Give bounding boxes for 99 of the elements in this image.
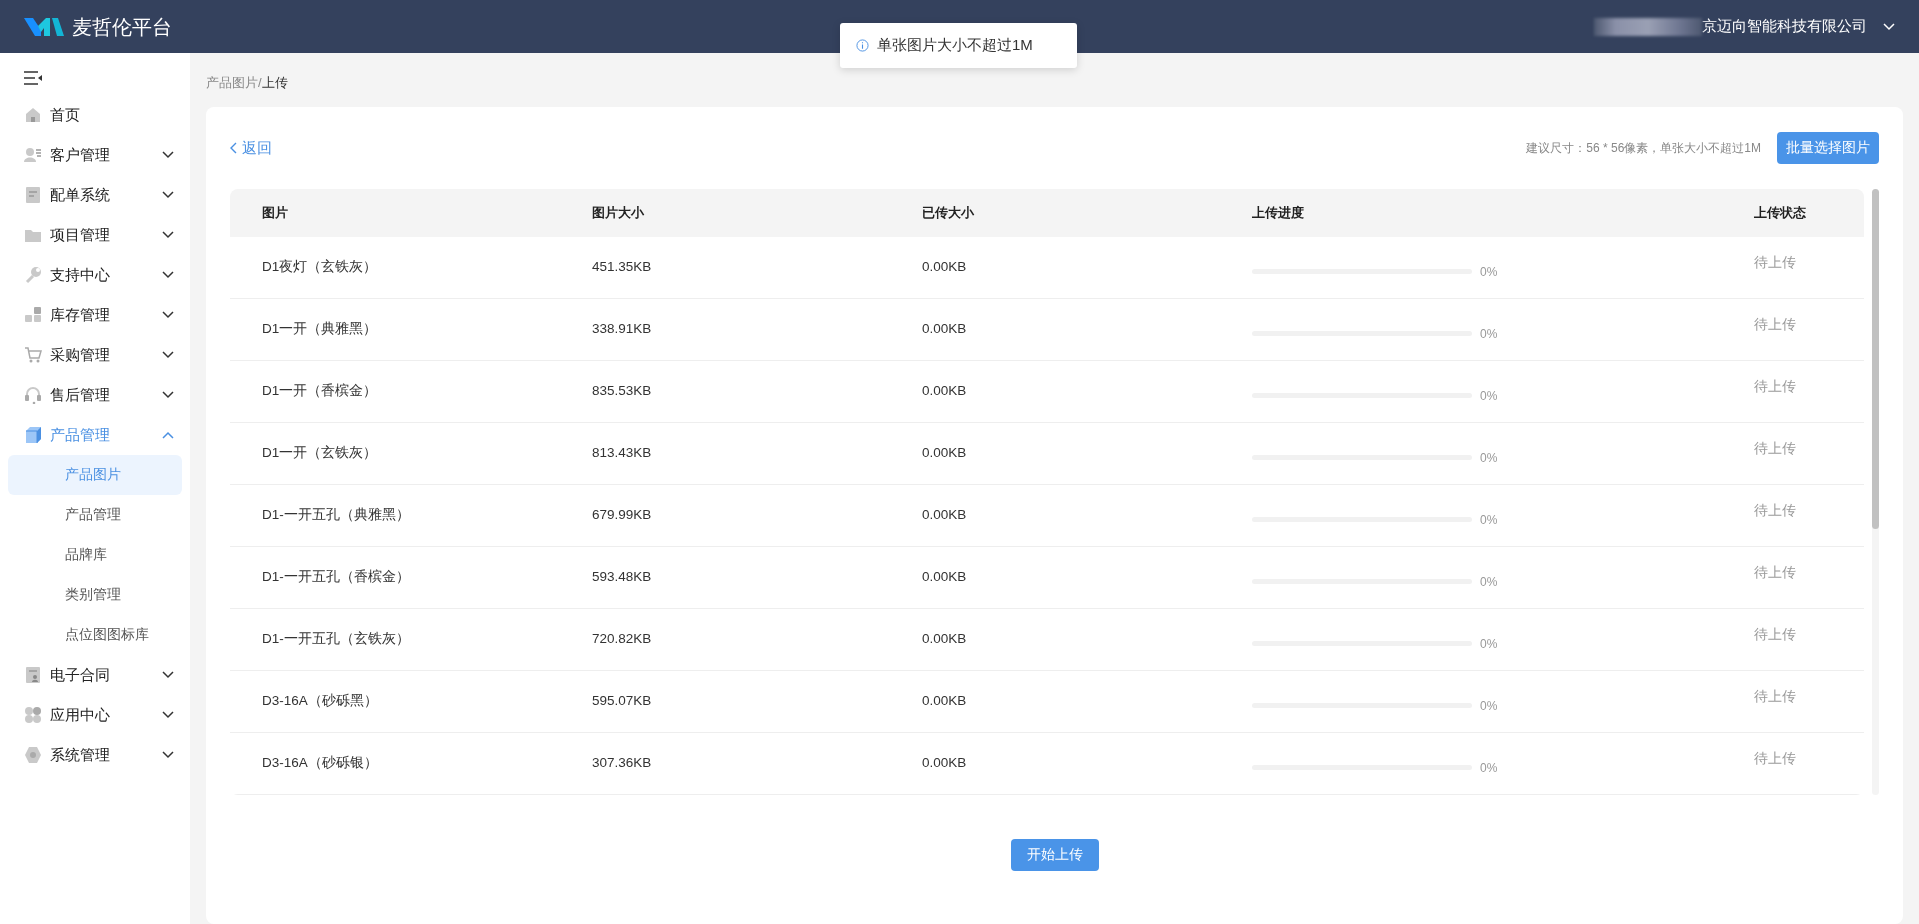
scrollbar[interactable] <box>1872 189 1879 795</box>
chevron-down-icon <box>162 311 174 319</box>
chevron-down-icon <box>162 751 174 759</box>
size-hint: 建议尺寸：56 * 56像素，单张大小不超过1M <box>1526 140 1761 157</box>
menu-item[interactable]: 支持中心 <box>0 255 190 295</box>
chevron-down-icon <box>162 711 174 719</box>
file-size: 451.35KB <box>592 259 652 275</box>
chevron-down-icon <box>162 671 174 679</box>
menu-item[interactable]: 客户管理 <box>0 135 190 175</box>
upload-status: 待上传 <box>1754 441 1796 457</box>
upload-status: 待上传 <box>1754 317 1796 333</box>
toast-text: 单张图片大小不超过1M <box>877 35 1033 56</box>
apps-icon <box>24 706 42 724</box>
chevron-left-icon <box>230 142 238 154</box>
uploaded-size: 0.00KB <box>922 259 967 275</box>
menu-item[interactable]: 系统管理 <box>0 735 190 775</box>
menu-item[interactable]: 电子合同 <box>0 655 190 695</box>
progress-percent: 0% <box>1480 573 1498 591</box>
uploaded-size: 0.00KB <box>922 383 967 399</box>
chevron-down-icon <box>162 191 174 199</box>
cart-icon <box>24 346 42 364</box>
image-name: D1夜灯（玄铁灰） <box>262 259 378 275</box>
menu-item[interactable]: 应用中心 <box>0 695 190 735</box>
account-name[interactable]: 京迈向智能科技有限公司 <box>1702 15 1867 38</box>
logo-icon <box>24 15 64 38</box>
user-card-icon <box>24 146 42 164</box>
file-size: 720.82KB <box>592 631 652 647</box>
upload-status: 待上传 <box>1754 503 1796 519</box>
chevron-down-icon <box>162 351 174 359</box>
file-size: 835.53KB <box>592 383 652 399</box>
column-header: 已传大小 <box>922 205 974 221</box>
file-size: 338.91KB <box>592 321 652 337</box>
chevron-down-icon <box>162 391 174 399</box>
image-name: D1-一开五孔（玄铁灰） <box>262 631 410 647</box>
menu-item[interactable]: 采购管理 <box>0 335 190 375</box>
progress-percent: 0% <box>1480 263 1498 281</box>
progress-percent: 0% <box>1480 697 1498 715</box>
image-name: D1-一开五孔（典雅黑） <box>262 507 410 523</box>
column-header: 图片大小 <box>592 205 644 221</box>
menu-item[interactable]: 库存管理 <box>0 295 190 335</box>
info-icon <box>856 39 869 52</box>
chevron-up-icon <box>162 431 174 439</box>
upload-status: 待上传 <box>1754 255 1796 271</box>
uploaded-size: 0.00KB <box>922 631 967 647</box>
file-size: 813.43KB <box>592 445 652 461</box>
chevron-down-icon <box>162 231 174 239</box>
image-name: D1-一开五孔（香槟金） <box>262 569 410 585</box>
column-header: 图片 <box>262 205 288 221</box>
chevron-down-icon[interactable] <box>1883 22 1895 31</box>
menu-item[interactable]: 配单系统 <box>0 175 190 215</box>
upload-status: 待上传 <box>1754 689 1796 705</box>
upload-status: 待上传 <box>1754 379 1796 395</box>
menu-item[interactable]: 售后管理 <box>0 375 190 415</box>
submenu-item[interactable]: 品牌库 <box>8 535 182 575</box>
wrench-icon <box>24 266 42 284</box>
column-header: 上传进度 <box>1252 205 1304 221</box>
progress-percent: 0% <box>1480 635 1498 653</box>
cube-icon <box>24 426 42 444</box>
submenu-item[interactable]: 产品管理 <box>8 495 182 535</box>
progress-percent: 0% <box>1480 511 1498 529</box>
home-icon <box>24 106 42 124</box>
menu-item[interactable]: 首页 <box>0 95 190 135</box>
headset-icon <box>24 386 42 404</box>
upload-status: 待上传 <box>1754 565 1796 581</box>
uploaded-size: 0.00KB <box>922 693 967 709</box>
progress-percent: 0% <box>1480 325 1498 343</box>
image-name: D3-16A（砂砾黑） <box>262 693 378 709</box>
progress-percent: 0% <box>1480 387 1498 405</box>
submenu-item[interactable]: 点位图图标库 <box>8 615 182 655</box>
image-name: D1一开（典雅黑） <box>262 321 378 337</box>
app-title: 麦哲伦平台 <box>72 14 172 40</box>
progress-percent: 0% <box>1480 449 1498 467</box>
file-size: 595.07KB <box>592 693 652 709</box>
uploaded-size: 0.00KB <box>922 755 967 771</box>
uploaded-size: 0.00KB <box>922 569 967 585</box>
chevron-down-icon <box>162 271 174 279</box>
file-size: 307.36KB <box>592 755 652 771</box>
uploaded-size: 0.00KB <box>922 445 967 461</box>
breadcrumb-current: 上传 <box>261 75 288 90</box>
file-size: 679.99KB <box>592 507 652 523</box>
chevron-down-icon <box>162 151 174 159</box>
uploaded-size: 0.00KB <box>922 321 967 337</box>
file-size: 593.48KB <box>592 569 652 585</box>
collapse-menu-icon[interactable] <box>24 71 42 85</box>
uploaded-size: 0.00KB <box>922 507 967 523</box>
menu-item[interactable]: 项目管理 <box>0 215 190 255</box>
image-name: D3-16A（砂砾银） <box>262 755 378 771</box>
upload-status: 待上传 <box>1754 627 1796 643</box>
image-name: D1一开（香槟金） <box>262 383 378 399</box>
progress-percent: 0% <box>1480 759 1498 777</box>
contract-icon <box>24 666 42 684</box>
document-icon <box>24 186 42 204</box>
upload-status: 待上传 <box>1754 751 1796 767</box>
hexagon-icon <box>24 746 42 764</box>
submenu-item[interactable]: 类别管理 <box>8 575 182 615</box>
blocks-icon <box>24 306 42 324</box>
breadcrumb-separator: / <box>258 75 262 90</box>
column-header: 上传状态 <box>1754 205 1806 221</box>
image-name: D1一开（玄铁灰） <box>262 445 378 461</box>
